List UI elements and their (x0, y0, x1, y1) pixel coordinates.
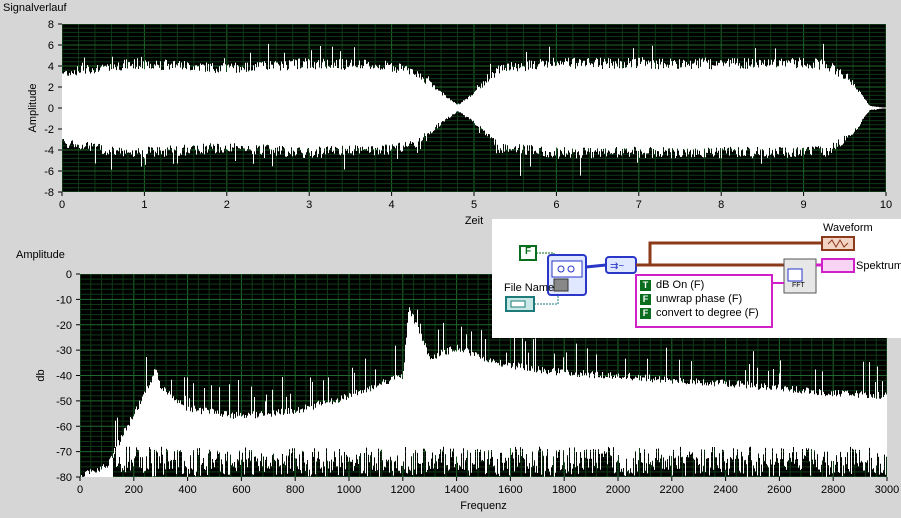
x-tick-label: 10 (880, 199, 892, 211)
file-name-label: File Name (504, 282, 555, 294)
x-tick-label: 2 (224, 199, 230, 211)
x-tick-label: 600 (232, 484, 250, 496)
y-tick-label: -30 (56, 345, 72, 357)
y-tick-label: -80 (56, 472, 72, 484)
fft-label: FFT (792, 282, 805, 289)
bool-const-flag: F (525, 246, 532, 257)
option-label: unwrap phase (F) (656, 293, 743, 306)
x-tick-label: 5 (471, 199, 477, 211)
x-tick-label: 4 (389, 199, 395, 211)
x-tick-label: 3000 (875, 484, 899, 496)
x-tick-label: 9 (801, 199, 807, 211)
x-tick-label: 1200 (391, 484, 415, 496)
x-tick-label: 6 (553, 199, 559, 211)
bool-flag: F (640, 307, 651, 319)
option-row: Funwrap phase (F) (640, 293, 742, 305)
y-tick-label: -6 (44, 166, 54, 178)
x-axis-title: Zeit (465, 215, 483, 227)
x-tick-label: 1800 (552, 484, 576, 496)
y-tick-label: 4 (48, 61, 54, 73)
x-tick-label: 1000 (337, 484, 361, 496)
spectrum-indicator (821, 258, 855, 273)
x-tick-label: 2600 (767, 484, 791, 496)
bool-flag: T (640, 279, 651, 291)
x-tick-label: 7 (636, 199, 642, 211)
x-tick-label: 400 (178, 484, 196, 496)
waveform-label: Waveform (823, 222, 873, 234)
svg-text:⇉~: ⇉~ (610, 261, 624, 272)
x-axis-title: Frequenz (460, 500, 506, 512)
x-tick-label: 3 (306, 199, 312, 211)
y-tick-label: -70 (56, 447, 72, 459)
y-tick-label: 2 (48, 82, 54, 94)
y-tick-label: -4 (44, 145, 54, 157)
y-tick-label: -20 (56, 320, 72, 332)
x-tick-label: 0 (59, 199, 65, 211)
x-tick-label: 1400 (444, 484, 468, 496)
x-tick-label: 200 (125, 484, 143, 496)
signalverlauf-axes: 0 1 2 3 4 5 6 7 8 9 10 8 6 4 2 0 -2 -4 -6 -8 Zeit Amplitude (27, 19, 892, 227)
y-axis-title: Amplitude (27, 84, 39, 133)
y-tick-label: -40 (56, 371, 72, 383)
option-label: dB On (F) (656, 279, 705, 292)
x-tick-label: 2200 (660, 484, 684, 496)
y-tick-label: 6 (48, 40, 54, 52)
option-row: Fconvert to degree (F) (640, 307, 759, 319)
y-tick-label: -60 (56, 421, 72, 433)
y-axis-title: db (35, 369, 47, 381)
x-tick-label: 2800 (821, 484, 845, 496)
x-tick-label: 8 (718, 199, 724, 211)
option-label: convert to degree (F) (656, 307, 759, 320)
x-tick-label: 2400 (713, 484, 737, 496)
y-tick-label: -2 (44, 124, 54, 136)
y-tick-label: 0 (66, 269, 72, 281)
block-diagram: ⇉~ File Name Waveform Spektrum FFT F TdB… (492, 219, 901, 338)
y-tick-label: -10 (56, 294, 72, 306)
x-tick-label: 0 (77, 484, 83, 496)
spectrum-label: Spektrum (856, 260, 901, 272)
x-tick-label: 800 (286, 484, 304, 496)
y-tick-label: -50 (56, 396, 72, 408)
option-row: TdB On (F) (640, 279, 704, 291)
x-tick-label: 1600 (498, 484, 522, 496)
bool-flag: F (640, 293, 651, 305)
y-tick-label: -8 (44, 187, 54, 199)
y-tick-label: 8 (48, 19, 54, 31)
x-tick-label: 2000 (606, 484, 630, 496)
y-tick-label: 0 (48, 103, 54, 115)
x-tick-label: 1 (141, 199, 147, 211)
